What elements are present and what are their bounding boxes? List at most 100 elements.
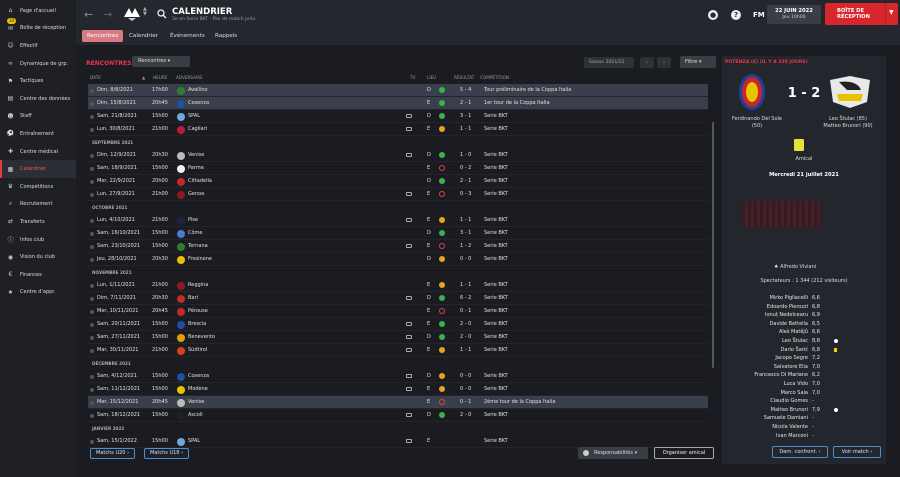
fixture-row[interactable]: Sam, 18/9/2021 15h00 Parme E 0 - 2 Serie BKT [88,162,708,175]
player-rating-row[interactable]: Dario Šarić 6,8 [722,347,886,356]
col-result[interactable]: RÉSULTAT [454,75,474,80]
player-rating-row[interactable]: Samuele Damiani - [722,415,886,424]
tab-evenements[interactable]: Événements [165,30,210,42]
opponent-name[interactable]: Venise [188,399,204,405]
player-rating-row[interactable]: Marco Sala 7,0 [722,390,886,399]
u18-matches-button[interactable]: Matchs U18 › [144,448,190,459]
fixture-competition[interactable]: Serie BKT [484,295,508,301]
fixture-competition[interactable]: Serie BKT [484,178,508,184]
opponent-name[interactable]: SPAL [188,113,200,119]
sidebar-item-transferts[interactable]: ⇄ Transferts [0,213,76,231]
col-time[interactable]: HEURE [153,75,167,80]
fixture-score[interactable]: 0 - 2 [460,165,471,171]
fixture-score[interactable]: 1 - 0 [460,152,471,158]
fixture-score[interactable]: 2 - 1 [460,178,471,184]
opponent-name[interactable]: Parme [188,165,204,171]
fixture-row[interactable]: Sam, 11/12/2021 15h00 Modène E 0 - 0 Serie BK… [88,383,708,396]
view-match-button[interactable]: Voir match › [833,446,881,458]
fixture-score[interactable]: 1 - 2 [460,243,471,249]
fixture-row[interactable]: Lun, 27/9/2021 21h00 Genoa E 0 - 3 Serie BKT [88,188,708,201]
fm-menu-button[interactable]: FM [753,11,765,19]
fixture-competition[interactable]: Serie BKT [484,191,508,197]
fixture-competition[interactable]: Serie BKT [484,347,508,353]
opponent-name[interactable]: Cagliari [188,126,207,132]
season-dropdown[interactable]: Saison 2021/22 [584,57,634,68]
col-tv[interactable]: TV [410,75,415,80]
world-icon[interactable]: ● [708,10,718,20]
opponent-name[interactable]: Benevento [188,334,215,340]
sidebar-item-centre-médical[interactable]: ✚ Centre médical [0,143,76,161]
chevron-down-icon[interactable]: ▼ [889,9,894,16]
fixture-row[interactable]: Sam, 23/10/2021 15h00 Ternana E 1 - 2 Serie B… [88,240,708,253]
fixture-row[interactable]: Mer, 10/11/2021 20h45 Pérouse E 0 - 1 Serie B… [88,305,708,318]
fixture-competition[interactable]: Serie BKT [484,113,508,119]
opponent-name[interactable]: Modène [188,386,208,392]
player-rating-row[interactable]: Francesco Di Mariano 6,2 [722,372,886,381]
fixture-score[interactable]: 3 - 1 [460,230,471,236]
sidebar-item-vision-du-club[interactable]: ◉ Vision du club [0,248,76,266]
opponent-name[interactable]: SPAL [188,438,200,444]
fixture-score[interactable]: 2 - 0 [460,412,471,418]
opponent-name[interactable]: Pise [188,217,198,223]
fixture-competition[interactable]: Serie BKT [484,243,508,249]
sidebar-item-centre-des-données[interactable]: ▤ Centre des données [0,90,76,108]
fixture-score[interactable]: 1 - 1 [460,126,471,132]
fixture-competition[interactable]: Serie BKT [484,386,508,392]
sidebar-item-page-d-accueil[interactable]: ⌂ Page d'accueil [0,2,76,20]
tab-calendrier[interactable]: Calendrier [124,30,163,42]
opponent-name[interactable]: Avellino [188,87,208,93]
fixture-competition[interactable]: Serie BKT [484,334,508,340]
fixture-competition[interactable]: Serie BKT [484,438,508,444]
player-rating-row[interactable]: Matteo Brunori 7,9 [722,407,886,416]
fixture-competition[interactable]: Tour préliminaire de la Coppa Italia [484,87,571,93]
opponent-name[interactable]: Ascoli [188,412,203,418]
col-date[interactable]: DATE [90,75,101,80]
fixture-row[interactable]: Sam, 27/11/2021 15h00 Benevento D 2 - 0 Serie… [88,331,708,344]
club-logo[interactable] [122,5,142,23]
fixture-score[interactable]: 0 - 3 [460,191,471,197]
fixture-competition[interactable]: 2ème tour de la Coppa Italia [484,399,555,405]
u20-matches-button[interactable]: Matchs U20 › [90,448,136,459]
fixture-row[interactable]: Dim, 15/8/2021 20h45 Cosenza E 2 - 1 1er tour… [88,97,708,110]
player-rating-row[interactable]: Ivan Marconi - [722,433,886,442]
sidebar-item-calendrier[interactable]: ▦ Calendrier [0,160,76,178]
fixture-competition[interactable]: Serie BKT [484,412,508,418]
opponent-name[interactable]: Bari [188,295,198,301]
fixture-row[interactable]: Lun, 30/8/2021 21h00 Cagliari E 1 - 1 Serie B… [88,123,708,136]
col-competition[interactable]: COMPÉTITION [480,75,509,80]
previous-meetings-button[interactable]: Dern. confront. › [772,446,828,458]
col-venue[interactable]: LIEU [427,75,436,80]
player-rating-row[interactable]: Mirko Pigliacelli 6,6 [722,295,886,304]
fixture-competition[interactable]: Serie BKT [484,165,508,171]
sidebar-item-recrutement[interactable]: ⌕ Recrutement [0,196,76,214]
back-arrow-icon[interactable]: ← [84,8,93,21]
continue-button[interactable]: BOÎTE DE RÉCEPTION ▼ [825,3,898,25]
fixture-score[interactable]: 0 - 0 [460,373,471,379]
fixture-competition[interactable]: Serie BKT [484,217,508,223]
fixture-score[interactable]: 2 - 0 [460,321,471,327]
scrollbar[interactable] [712,122,714,368]
view-dropdown[interactable]: Rencontres ▾ [132,56,190,67]
fixture-row[interactable]: Lun, 1/11/2021 21h00 Reggina E 1 - 1 Serie BK… [88,279,708,292]
opponent-name[interactable]: Reggina [188,282,208,288]
next-page-button[interactable]: › [657,57,671,68]
help-icon[interactable]: ? [731,10,741,20]
fixture-row[interactable]: Sam, 4/12/2021 15h00 Cosenza D 0 - 0 Serie BK… [88,370,708,383]
sidebar-item-infos-club[interactable]: ⓘ Infos club [0,231,76,249]
fixture-score[interactable]: 1 - 1 [460,347,471,353]
sidebar-item-compétitions[interactable]: ♛ Compétitions [0,178,76,196]
sidebar-item-boîte-de-réception[interactable]: ✉ 10 Boîte de réception [0,17,76,38]
fixture-competition[interactable]: Serie BKT [484,282,508,288]
club-switch-icon[interactable]: ▲ ▼ [143,7,147,17]
player-rating-row[interactable]: Luca Vido 7,0 [722,381,886,390]
fixture-row[interactable]: Sam, 16/10/2021 15h00 Côme D 3 - 1 Serie BKT [88,227,708,240]
sidebar-item-staff[interactable]: ☻ Staff [0,108,76,126]
fixture-score[interactable]: 6 - 2 [460,295,471,301]
player-rating-row[interactable]: Jacopo Segre 7,2 [722,355,886,364]
sidebar-item-effectif[interactable]: ☺ Effectif [0,37,76,55]
opponent-name[interactable]: Südtirol [188,347,207,353]
player-rating-row[interactable]: Aleš Matějů 6,6 [722,329,886,338]
fixture-row[interactable]: Jeu, 28/10/2021 20h30 Frosinone D 0 - 0 Serie… [88,253,708,266]
tab-rappels[interactable]: Rappels [210,30,242,42]
opponent-name[interactable]: Cosenza [188,100,209,106]
